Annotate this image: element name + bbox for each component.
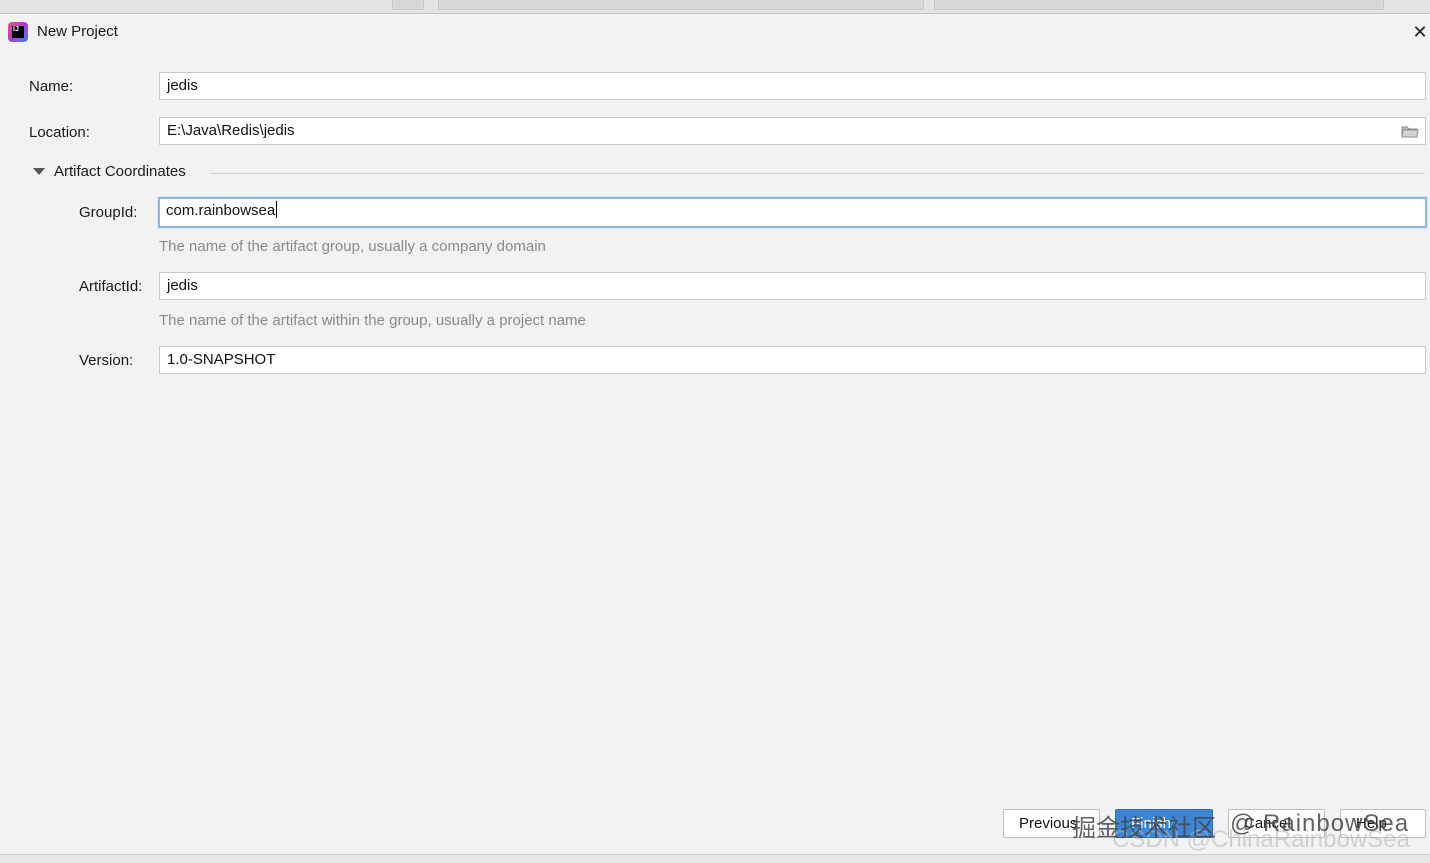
new-project-dialog: IJ New Project ✕ Name: jedis Location: E… bbox=[0, 14, 1430, 854]
background-window-strip bbox=[0, 0, 1430, 14]
groupid-label: GroupId: bbox=[79, 204, 138, 221]
author-watermark: @ RainbowSea bbox=[1230, 810, 1410, 837]
location-value: E:\Java\Redis\jedis bbox=[167, 122, 295, 139]
version-field[interactable]: 1.0-SNAPSHOT bbox=[159, 346, 1426, 374]
groupid-hint: The name of the artifact group, usually … bbox=[159, 238, 546, 255]
artifactid-hint: The name of the artifact within the grou… bbox=[159, 312, 586, 329]
background-tab bbox=[934, 0, 1384, 10]
close-icon[interactable]: ✕ bbox=[1410, 20, 1430, 44]
name-field[interactable]: jedis bbox=[159, 72, 1426, 100]
groupid-value: com.rainbowsea bbox=[166, 202, 276, 219]
dialog-titlebar: IJ New Project ✕ bbox=[0, 14, 1430, 50]
intellij-icon-label: IJ bbox=[12, 26, 24, 38]
background-tab bbox=[392, 0, 424, 10]
text-caret bbox=[276, 201, 278, 218]
section-divider bbox=[210, 173, 1425, 174]
location-label: Location: bbox=[29, 124, 90, 141]
artifactid-label: ArtifactId: bbox=[79, 278, 143, 295]
juejin-watermark: 掘金技术社区 bbox=[1072, 815, 1216, 842]
collapse-triangle-icon[interactable] bbox=[33, 168, 45, 175]
name-label: Name: bbox=[29, 78, 74, 95]
folder-icon[interactable] bbox=[1401, 125, 1419, 138]
groupid-field[interactable]: com.rainbowsea bbox=[158, 197, 1427, 228]
artifactid-field[interactable]: jedis bbox=[159, 272, 1426, 300]
intellij-icon: IJ bbox=[8, 22, 28, 42]
version-label: Version: bbox=[79, 352, 134, 369]
dialog-title: New Project bbox=[37, 23, 118, 40]
artifact-coordinates-title[interactable]: Artifact Coordinates bbox=[54, 163, 186, 180]
background-tab bbox=[438, 0, 924, 10]
location-field[interactable]: E:\Java\Redis\jedis bbox=[159, 117, 1426, 145]
